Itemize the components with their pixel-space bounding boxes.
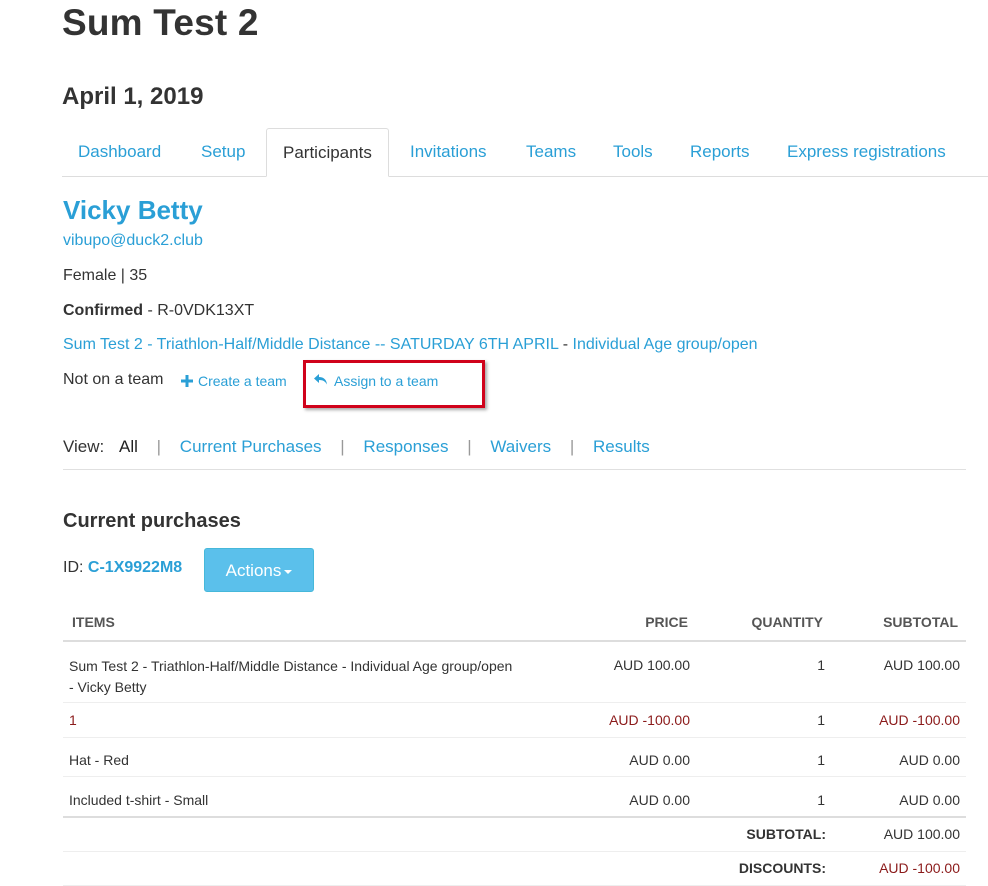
- divider: [63, 469, 966, 470]
- discounts-value: AUD -100.00: [879, 860, 960, 876]
- totals-divider: [63, 816, 966, 818]
- tab-teams[interactable]: Teams: [510, 128, 592, 176]
- team-status: Not on a team: [63, 371, 164, 388]
- item-price: AUD -100.00: [609, 712, 690, 728]
- discounts-label: DISCOUNTS:: [738, 860, 826, 876]
- table-header-divider: [63, 640, 966, 642]
- view-separator: |: [467, 437, 472, 456]
- event-date: April 1, 2019: [62, 83, 204, 110]
- status-label: Confirmed: [63, 302, 143, 319]
- tab-reports[interactable]: Reports: [674, 128, 766, 176]
- view-separator: |: [340, 437, 345, 456]
- view-responses[interactable]: Responses: [363, 437, 448, 456]
- cart-id-label: ID:: [63, 559, 84, 576]
- item-quantity: 1: [817, 792, 825, 808]
- column-header-price: PRICE: [645, 614, 688, 630]
- item-description: Included t-shirt - Small: [69, 792, 209, 808]
- row-divider: [63, 702, 966, 703]
- item-description: Hat - Red: [69, 752, 129, 768]
- actions-button[interactable]: Actions: [204, 548, 314, 592]
- registration-reference: R-0VDK13XT: [157, 302, 255, 319]
- tab-invitations[interactable]: Invitations: [394, 128, 503, 176]
- item-description: 1: [69, 712, 77, 728]
- nav-tabs: Dashboard Setup Participants Invitations…: [62, 128, 988, 177]
- view-label: View:: [63, 437, 105, 456]
- event-race-link[interactable]: Sum Test 2 - Triathlon-Half/Middle Dista…: [63, 336, 558, 353]
- column-header-items: ITEMS: [72, 614, 115, 630]
- view-filter: View: All | Current Purchases | Response…: [63, 437, 650, 457]
- plus-icon: [181, 374, 193, 387]
- section-title: Current purchases: [63, 510, 241, 532]
- row-divider: [63, 737, 966, 738]
- category-link[interactable]: Individual Age group/open: [573, 336, 758, 353]
- item-line: - Vicky Betty: [69, 679, 147, 695]
- highlight-box: [303, 360, 485, 408]
- view-results[interactable]: Results: [593, 437, 650, 456]
- column-header-subtotal: SUBTOTAL: [883, 614, 958, 630]
- tab-dashboard[interactable]: Dashboard: [62, 128, 177, 176]
- create-team-label: Create a team: [198, 373, 287, 389]
- participant-name[interactable]: Vicky Betty: [63, 195, 203, 226]
- tab-express-registrations[interactable]: Express registrations: [771, 128, 962, 176]
- subtotal-value: AUD 100.00: [883, 826, 960, 842]
- item-price: AUD 100.00: [613, 657, 690, 673]
- view-current-purchases[interactable]: Current Purchases: [180, 437, 322, 456]
- view-all[interactable]: All: [119, 437, 138, 456]
- registration-details: Sum Test 2 - Triathlon-Half/Middle Dista…: [63, 336, 758, 354]
- view-waivers[interactable]: Waivers: [490, 437, 551, 456]
- item-description: Sum Test 2 - Triathlon-Half/Middle Dista…: [69, 656, 512, 698]
- row-divider: [63, 776, 966, 777]
- participant-email[interactable]: vibupo@duck2.club: [63, 232, 203, 250]
- item-quantity: 1: [817, 657, 825, 673]
- row-divider: [63, 851, 966, 852]
- cart-id: ID: C-1X9922M8: [63, 559, 182, 577]
- tab-participants[interactable]: Participants: [266, 128, 389, 177]
- page-title: Sum Test 2: [62, 2, 259, 43]
- item-price: AUD 0.00: [629, 752, 690, 768]
- tab-setup[interactable]: Setup: [185, 128, 261, 176]
- registration-separator: -: [558, 336, 573, 353]
- item-line: Sum Test 2 - Triathlon-Half/Middle Dista…: [69, 658, 513, 674]
- create-team-link[interactable]: Create a team: [181, 373, 287, 389]
- registration-status: Confirmed - R-0VDK13XT: [63, 302, 254, 320]
- view-separator: |: [156, 437, 162, 456]
- status-separator: -: [143, 302, 158, 319]
- column-header-quantity: QUANTITY: [751, 614, 823, 630]
- view-separator: |: [569, 437, 575, 456]
- cart-id-link[interactable]: C-1X9922M8: [88, 559, 182, 576]
- caret-down-icon: [284, 569, 293, 574]
- item-subtotal: AUD 100.00: [883, 657, 960, 673]
- participant-gender-age: Female | 35: [63, 267, 148, 284]
- item-price: AUD 0.00: [629, 792, 690, 808]
- actions-label: Actions: [225, 561, 282, 580]
- item-subtotal: AUD 0.00: [899, 792, 960, 808]
- item-quantity: 1: [817, 752, 825, 768]
- item-quantity: 1: [817, 712, 825, 728]
- tab-tools[interactable]: Tools: [597, 128, 669, 176]
- item-subtotal: AUD -100.00: [879, 712, 960, 728]
- item-subtotal: AUD 0.00: [899, 752, 960, 768]
- subtotal-label: SUBTOTAL:: [746, 826, 826, 842]
